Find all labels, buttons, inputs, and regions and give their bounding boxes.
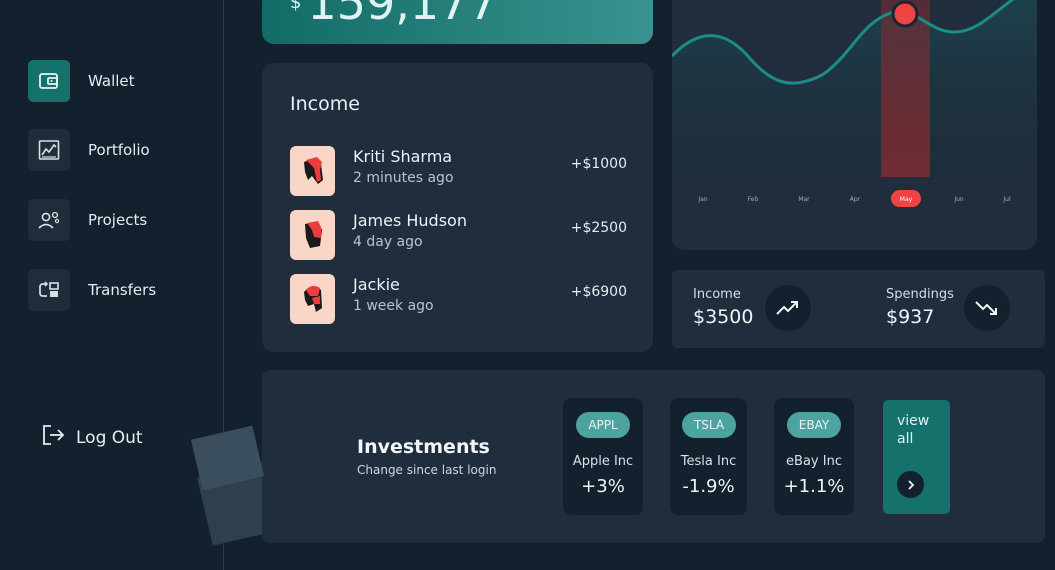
income-name: Jackie	[353, 275, 400, 294]
sidebar-item-label: Transfers	[88, 281, 157, 299]
transfer-icon	[28, 269, 70, 311]
sidebar-item-wallet[interactable]: Wallet	[28, 60, 135, 102]
spending-chart: Jan Feb Mar Apr May Jun Jul	[672, 0, 1037, 207]
income-card: Income Kriti Sharma 2 minutes ago +$1000…	[262, 63, 653, 352]
income-amount: +$2500	[570, 220, 627, 236]
income-stat-value: $3500	[693, 306, 754, 328]
sidebar-item-portfolio[interactable]: Portfolio	[28, 129, 150, 171]
month-label: Mar	[798, 196, 810, 203]
avatar	[290, 274, 335, 324]
chevron-right-icon[interactable]	[897, 471, 924, 498]
stock-name: Apple Inc	[572, 454, 634, 469]
avatar	[290, 146, 335, 196]
spendings-stat-label: Spendings	[886, 287, 954, 302]
trend-up-icon[interactable]	[765, 285, 811, 331]
stock-ticker: EBAY	[787, 412, 841, 438]
spendings-stat-value: $937	[886, 306, 935, 328]
stock-card[interactable]: TSLA Tesla Inc -1.9%	[670, 398, 747, 515]
sidebar-item-transfers[interactable]: Transfers	[28, 269, 156, 311]
stock-change: +1.1%	[783, 476, 845, 497]
stock-name: eBay Inc	[786, 454, 842, 469]
avatar	[290, 210, 335, 260]
investments-card: Investments Change since last login APPL…	[262, 370, 1045, 543]
income-row[interactable]: Kriti Sharma 2 minutes ago +$1000	[290, 146, 627, 196]
trend-down-icon[interactable]	[964, 285, 1010, 331]
income-amount: +$6900	[570, 284, 627, 300]
income-name: Kriti Sharma	[353, 147, 453, 166]
stock-change: +3%	[581, 476, 625, 497]
team-icon	[28, 199, 70, 241]
sidebar-item-label: Projects	[88, 211, 148, 229]
month-label: Jun	[953, 196, 964, 203]
selected-point	[891, 0, 919, 28]
income-name: James Hudson	[353, 211, 467, 230]
logout-icon	[40, 422, 66, 453]
balance-amount: 159,177	[307, 0, 498, 30]
stock-name: Tesla Inc	[680, 454, 737, 469]
income-title: Income	[290, 93, 360, 115]
sidebar-item-projects[interactable]: Projects	[28, 199, 147, 241]
stock-ticker: APPL	[576, 412, 630, 438]
balance-value: $159,177	[290, 0, 498, 30]
spending-chart-card: Jan Feb Mar Apr May Jun Jul	[672, 0, 1037, 250]
income-stat-label: Income	[693, 287, 741, 302]
month-label: Jan	[697, 196, 707, 203]
investments-subtitle: Change since last login	[357, 463, 497, 477]
investments-title: Investments	[357, 436, 490, 458]
chart-frame-icon	[28, 129, 70, 171]
month-label: Jul	[1002, 196, 1011, 203]
currency-symbol: $	[290, 0, 302, 13]
logout-button[interactable]: Log Out	[40, 422, 143, 453]
view-all-button[interactable]: view all	[883, 400, 950, 514]
sidebar-item-label: Portfolio	[88, 141, 150, 159]
income-row[interactable]: James Hudson 4 day ago +$2500	[290, 210, 627, 260]
stats-card: Income $3500 Spendings $937	[672, 270, 1045, 348]
income-time: 1 week ago	[353, 298, 434, 314]
income-amount: +$1000	[570, 156, 627, 172]
income-row[interactable]: Jackie 1 week ago +$6900	[290, 274, 627, 324]
sidebar-item-label: Wallet	[88, 72, 135, 90]
chart-area	[672, 0, 1037, 190]
month-label: Feb	[748, 196, 759, 203]
stock-card[interactable]: APPL Apple Inc +3%	[563, 398, 643, 515]
month-label: May	[900, 196, 913, 203]
income-time: 2 minutes ago	[353, 170, 454, 186]
sidebar: Wallet Portfolio Projects Transfers Log …	[0, 0, 224, 570]
balance-card: $159,177	[262, 0, 653, 44]
stock-ticker: TSLA	[682, 412, 736, 438]
income-time: 4 day ago	[353, 234, 423, 250]
logout-label: Log Out	[76, 427, 143, 448]
month-label: Apr	[850, 196, 861, 203]
stock-change: -1.9%	[682, 476, 735, 497]
view-all-label: view all	[897, 413, 930, 447]
stock-card[interactable]: EBAY eBay Inc +1.1%	[774, 398, 854, 515]
wallet-icon	[28, 60, 70, 102]
